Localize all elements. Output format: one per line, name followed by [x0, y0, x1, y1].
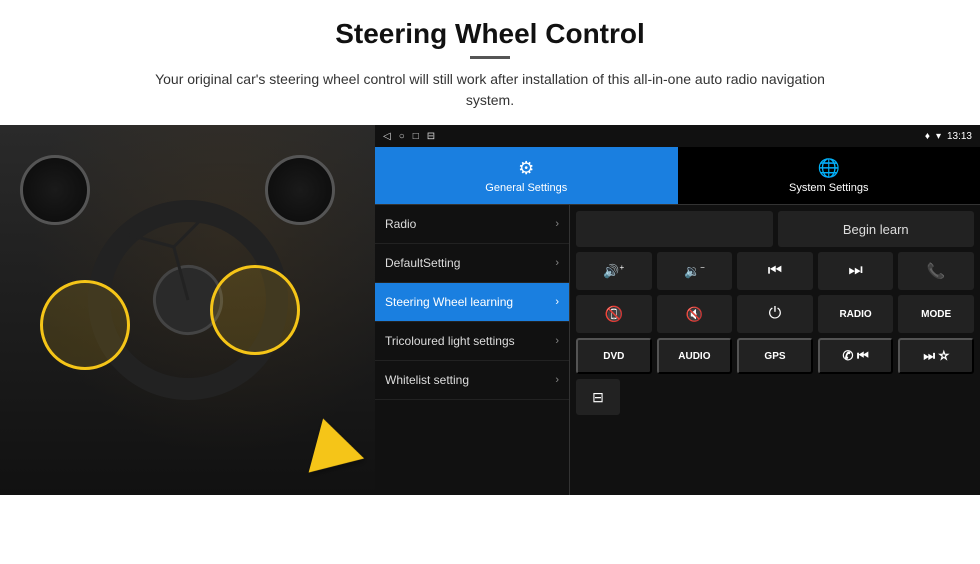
chevron-icon: › — [555, 257, 559, 269]
control-row-4: ⊟ — [576, 379, 974, 415]
gps-label: GPS — [764, 351, 785, 362]
phone-prev-icon: ✆ ⏮ — [842, 348, 868, 364]
gauge-right — [265, 155, 335, 225]
content-area: ◁ ○ □ ⊟ ♦ ▾ 13:13 ⚙ General Settings 🌐 S… — [0, 125, 980, 495]
menu-item-tricoloured[interactable]: Tricoloured light settings › — [375, 322, 569, 361]
volume-down-button[interactable]: 🔉− — [657, 252, 733, 290]
audio-button[interactable]: AUDIO — [657, 338, 733, 374]
status-bar-nav: ◁ ○ □ ⊟ — [383, 131, 435, 142]
title-divider — [470, 56, 510, 59]
page-title: Steering Wheel Control — [0, 0, 980, 56]
steering-wheel-image — [0, 125, 375, 495]
menu-nav-icon[interactable]: ⊟ — [427, 131, 435, 142]
next-track-button[interactable]: ⏭ — [818, 252, 894, 290]
chevron-icon: › — [555, 335, 559, 347]
gps-button[interactable]: GPS — [737, 338, 813, 374]
prev-track-button[interactable]: ⏮ — [737, 252, 813, 290]
media-icon: ⊟ — [592, 389, 604, 406]
mute-button[interactable]: 🔇 — [657, 295, 733, 333]
tab-bar: ⚙ General Settings 🌐 System Settings — [375, 147, 980, 205]
mode-button[interactable]: MODE — [898, 295, 974, 333]
hangup-button[interactable]: 📵 — [576, 295, 652, 333]
radio-mode-button[interactable]: RADIO — [818, 295, 894, 333]
menu-item-steering[interactable]: Steering Wheel learning › — [375, 283, 569, 322]
power-button[interactable]: ⏻ — [737, 295, 813, 333]
status-bar-right: ♦ ▾ 13:13 — [925, 131, 972, 142]
recents-nav-icon[interactable]: □ — [413, 131, 419, 142]
volume-up-icon: 🔊+ — [603, 263, 624, 279]
highlight-circle-left — [40, 280, 130, 370]
chevron-icon: › — [555, 218, 559, 230]
menu-item-whitelist[interactable]: Whitelist setting › — [375, 361, 569, 400]
next-track-icon: ⏭ — [848, 262, 862, 280]
hangup-icon: 📵 — [604, 305, 623, 323]
tab-general-label: General Settings — [485, 182, 567, 194]
volume-up-button[interactable]: 🔊+ — [576, 252, 652, 290]
control-row-3: DVD AUDIO GPS ✆ ⏮ ⏭ ☆ — [576, 338, 974, 374]
tab-system-settings[interactable]: 🌐 System Settings — [678, 147, 980, 204]
radio-row: Begin learn — [576, 211, 974, 247]
menu-radio-label: Radio — [385, 217, 416, 231]
globe-icon: 🌐 — [818, 158, 840, 179]
main-content: Radio › DefaultSetting › Steering Wheel … — [375, 205, 980, 495]
dvd-button[interactable]: DVD — [576, 338, 652, 374]
skip-icon: ⏭ ☆ — [923, 348, 949, 364]
mute-icon: 🔇 — [686, 306, 703, 323]
control-panel: Begin learn 🔊+ 🔉− ⏮ ⏭ — [570, 205, 980, 495]
highlight-circle-right — [210, 265, 300, 355]
gear-icon: ⚙ — [518, 158, 534, 179]
control-row-1: 🔊+ 🔉− ⏮ ⏭ 📞 — [576, 252, 974, 290]
skip-button[interactable]: ⏭ ☆ — [898, 338, 974, 374]
menu-item-default[interactable]: DefaultSetting › — [375, 244, 569, 283]
dvd-label: DVD — [603, 351, 624, 362]
menu-panel: Radio › DefaultSetting › Steering Wheel … — [375, 205, 570, 495]
back-nav-icon[interactable]: ◁ — [383, 131, 391, 142]
spoke-2 — [120, 231, 174, 248]
wifi-icon: ▾ — [936, 131, 941, 142]
subtitle: Your original car's steering wheel contr… — [140, 69, 840, 111]
menu-tricoloured-label: Tricoloured light settings — [385, 334, 515, 348]
tab-general-settings[interactable]: ⚙ General Settings — [375, 147, 678, 204]
signal-icon: ♦ — [925, 131, 930, 142]
mode-label: MODE — [921, 309, 951, 320]
time-display: 13:13 — [947, 131, 972, 142]
tab-system-label: System Settings — [789, 182, 868, 194]
answer-call-button[interactable]: 📞 — [898, 252, 974, 290]
radio-display-empty — [576, 211, 773, 247]
radio-label: RADIO — [839, 309, 871, 320]
phone-icon: 📞 — [927, 262, 946, 280]
gauge-left — [20, 155, 90, 225]
status-bar: ◁ ○ □ ⊟ ♦ ▾ 13:13 — [375, 125, 980, 147]
begin-learn-button[interactable]: Begin learn — [778, 211, 975, 247]
power-icon: ⏻ — [769, 305, 782, 323]
spoke-1 — [172, 246, 189, 300]
home-nav-icon[interactable]: ○ — [399, 131, 405, 142]
volume-down-icon: 🔉− — [684, 263, 705, 279]
prev-track-icon: ⏮ — [768, 262, 782, 280]
menu-whitelist-label: Whitelist setting — [385, 373, 469, 387]
phone-prev-button[interactable]: ✆ ⏮ — [818, 338, 894, 374]
audio-label: AUDIO — [678, 351, 710, 362]
menu-steering-label: Steering Wheel learning — [385, 295, 513, 309]
media-icon-button[interactable]: ⊟ — [576, 379, 620, 415]
menu-default-label: DefaultSetting — [385, 256, 460, 270]
android-panel: ◁ ○ □ ⊟ ♦ ▾ 13:13 ⚙ General Settings 🌐 S… — [375, 125, 980, 495]
spoke-3 — [172, 207, 213, 248]
control-row-2: 📵 🔇 ⏻ RADIO MODE — [576, 295, 974, 333]
menu-item-radio[interactable]: Radio › — [375, 205, 569, 244]
chevron-icon: › — [555, 296, 559, 308]
chevron-icon: › — [555, 374, 559, 386]
